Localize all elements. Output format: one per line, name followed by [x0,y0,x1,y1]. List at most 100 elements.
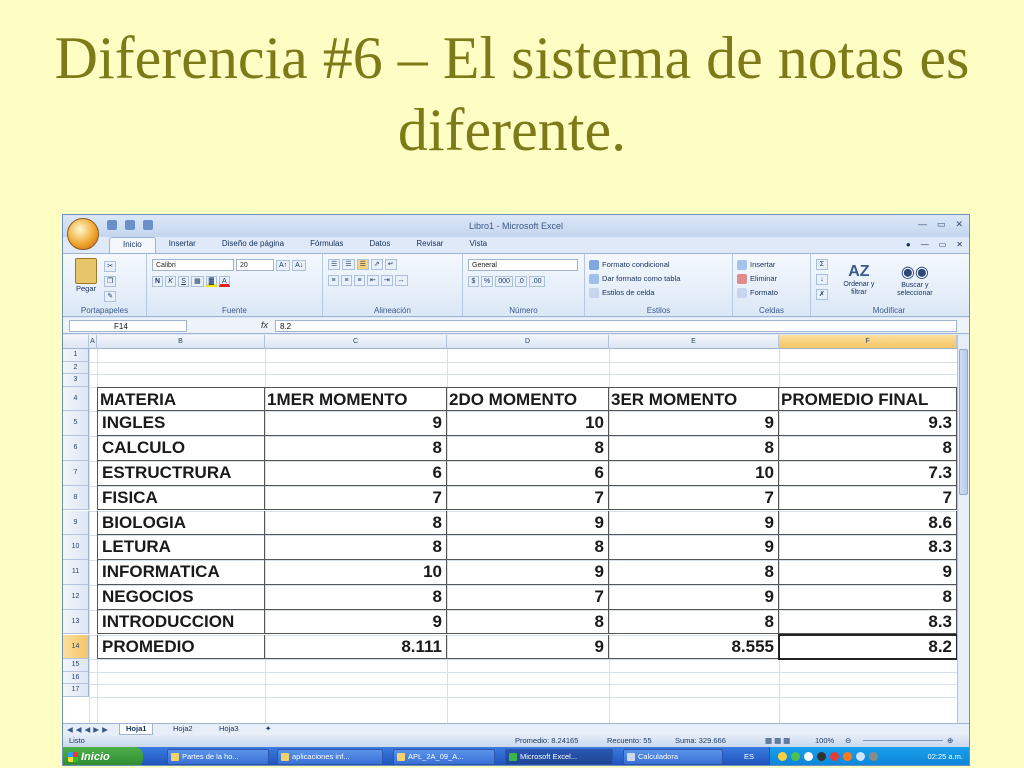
tab-revisar[interactable]: Revisar [403,237,456,253]
bold-button[interactable]: N [152,276,164,287]
font-color-icon[interactable]: A [218,276,230,287]
align-left-icon[interactable]: ≡ [328,275,339,286]
close-workbook-icon[interactable]: ✕ [956,240,963,249]
column-header-b[interactable]: B [97,335,265,349]
sheet-tab-hoja2[interactable]: Hoja2 [167,724,199,735]
table-cell[interactable]: 6 [265,460,447,486]
zoom-in-icon[interactable]: ⊕ [947,736,953,745]
tray-icon[interactable] [856,752,865,761]
task-excel[interactable]: Microsoft Excel... [505,749,613,765]
thousands-icon[interactable]: 000 [495,276,513,287]
table-cell[interactable]: 9 [447,510,609,536]
zoom-level[interactable]: 100% [815,736,834,745]
maximize-icon[interactable]: ▭ [937,219,946,230]
autosum-icon[interactable]: Σ [816,259,828,270]
row-header-11[interactable]: 11 [63,560,89,585]
column-header-d[interactable]: D [447,335,609,349]
fill-color-icon[interactable]: ▓ [205,276,217,287]
table-cell[interactable]: 9 [609,510,779,536]
table-cell[interactable]: 10 [447,411,609,437]
table-cell[interactable]: CALCULO [97,436,265,461]
font-name-select[interactable]: Calibri [152,259,234,271]
scroll-thumb[interactable] [959,349,968,495]
table-cell[interactable]: FISICA [97,485,265,511]
vertical-scrollbar[interactable] [957,335,969,723]
tab-formulas[interactable]: Fórmulas [297,237,356,253]
office-button[interactable] [67,218,99,250]
view-buttons[interactable]: ▦▦▦ [765,736,792,745]
copy-icon[interactable]: ❐ [104,276,117,287]
tray-icon[interactable] [791,752,800,761]
column-header-e[interactable]: E [609,335,779,349]
sheet-tab-hoja1[interactable]: Hoja1 [119,724,154,735]
decrease-decimal-icon[interactable]: .00 [528,276,545,287]
zoom-slider[interactable] [863,740,943,741]
table-cell[interactable]: 8 [265,584,447,610]
table-cell[interactable]: 8.555 [609,634,779,660]
table-cell[interactable]: 7 [447,584,609,610]
shrink-font-icon[interactable]: A↓ [292,259,307,271]
table-cell[interactable]: INGLES [97,411,265,437]
tray-icon[interactable] [778,752,787,761]
table-header-cell[interactable]: MATERIA [97,386,265,412]
row-header-6[interactable]: 6 [63,436,89,461]
tray-icon[interactable] [804,752,813,761]
wrap-text-icon[interactable]: ↵ [384,259,397,270]
row-header-14[interactable]: 14 [63,634,89,660]
table-cell[interactable]: 8.3 [779,609,957,635]
table-cell[interactable]: 9 [265,411,447,437]
table-cell[interactable]: 7 [609,485,779,511]
currency-icon[interactable]: $ [468,276,479,287]
sheet-nav-arrows[interactable]: ◀◀◀▶▶ [67,725,111,734]
tray-icon[interactable] [817,752,826,761]
minimize-icon[interactable]: — [918,219,927,230]
language-indicator[interactable]: ES [744,752,754,761]
decrease-indent-icon[interactable]: ⇤ [367,275,379,286]
table-cell[interactable]: 9 [609,535,779,561]
table-cell[interactable]: 9 [447,560,609,585]
task-aplicaciones[interactable]: aplicaciones inf... [277,749,383,765]
table-header-cell[interactable]: PROMEDIO FINAL [779,386,957,412]
align-bottom-icon[interactable]: ☰ [356,259,369,270]
table-cell[interactable]: 8 [609,560,779,585]
table-cell[interactable]: 8 [779,436,957,461]
table-cell[interactable]: 8 [447,436,609,461]
function-icon[interactable]: fx [261,320,268,330]
table-cell[interactable]: 8 [447,535,609,561]
spreadsheet-grid[interactable]: A B C D E F 1 2 3 4 5 6 7 8 9 10 11 12 13 14 15 16 17 MATERIA 1M… [63,335,959,723]
borders-icon[interactable]: ▦ [191,276,204,287]
table-cell[interactable]: 8 [609,436,779,461]
row-header-12[interactable]: 12 [63,584,89,610]
orientation-icon[interactable]: ⇗ [370,259,383,270]
font-size-select[interactable]: 20 [236,259,274,271]
restore-icon[interactable]: ▭ [939,240,947,249]
tab-vista[interactable]: Vista [456,237,500,253]
table-cell[interactable]: 9 [447,634,609,660]
row-header-3[interactable]: 3 [63,374,89,387]
table-cell[interactable]: 9.3 [779,411,957,437]
table-cell[interactable]: 9 [265,609,447,635]
table-cell[interactable]: NEGOCIOS [97,584,265,610]
row-header-9[interactable]: 9 [63,510,89,536]
table-cell[interactable]: LETURA [97,535,265,561]
zoom-out-icon[interactable]: ⊖ [845,736,851,745]
table-cell[interactable]: 8 [447,609,609,635]
table-cell[interactable]: 6 [447,460,609,486]
table-cell[interactable]: 7 [447,485,609,511]
tab-insertar[interactable]: Insertar [156,237,209,253]
table-cell[interactable]: 8.3 [779,535,957,561]
table-cell[interactable]: 7 [779,485,957,511]
row-header-2[interactable]: 2 [63,361,89,374]
table-cell[interactable]: 7.3 [779,460,957,486]
tab-inicio[interactable]: Inicio [109,237,156,253]
fill-icon[interactable]: ↓ [816,274,828,285]
table-cell[interactable]: 8.2 [779,634,957,660]
format-button[interactable]: Formato [737,286,806,300]
merge-center-icon[interactable]: ↔ [394,275,408,286]
start-button[interactable]: Inicio [63,747,143,765]
increase-indent-icon[interactable]: ⇥ [380,275,393,286]
table-cell[interactable]: 8.111 [265,634,447,660]
row-header-1[interactable]: 1 [63,349,89,362]
conditional-format-button[interactable]: Formato condicional [589,258,728,272]
table-cell[interactable]: 8 [779,584,957,610]
